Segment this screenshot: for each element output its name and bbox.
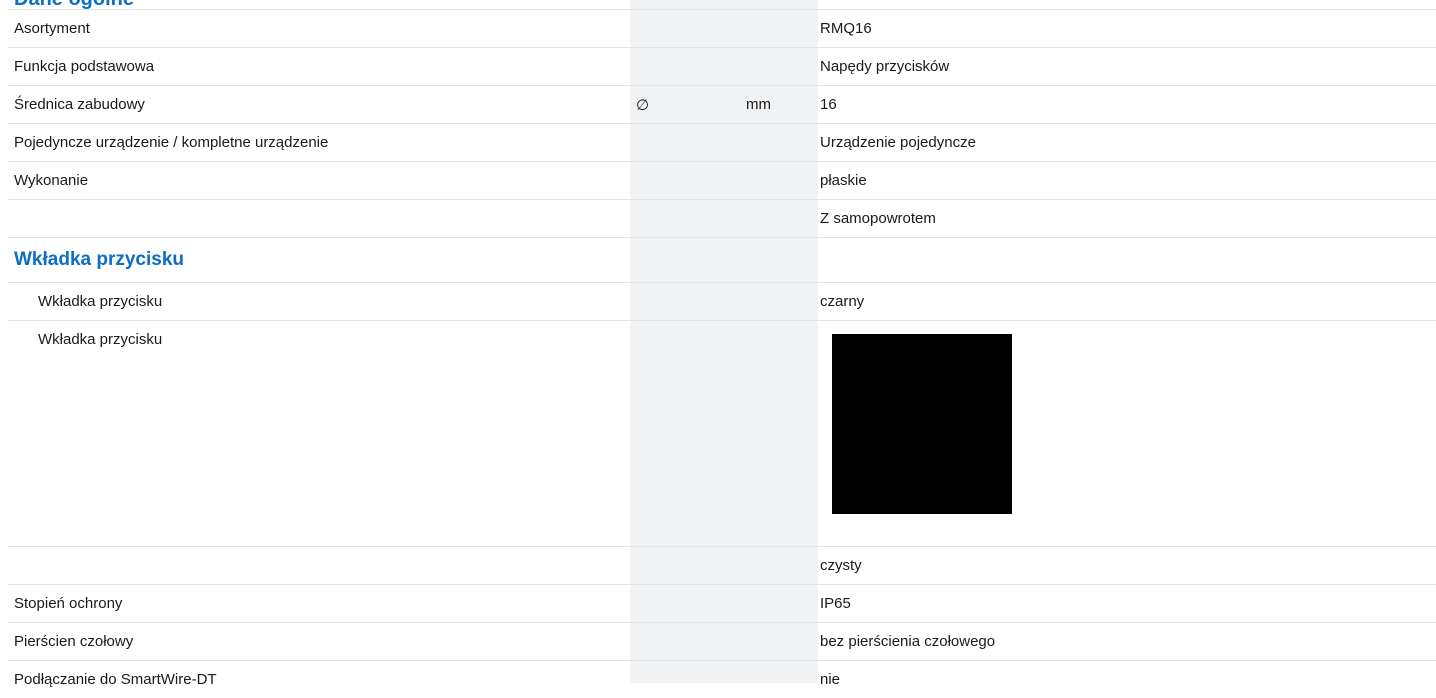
spec-symbol: [630, 162, 742, 200]
spec-unit: [742, 200, 818, 238]
spec-label: Pojedyncze urządzenie / kompletne urządz…: [8, 124, 630, 162]
spec-label: [8, 547, 630, 585]
spec-value: bez pierścienia czołowego: [818, 623, 1436, 661]
spec-row: Funkcja podstawowa Napędy przycisków: [8, 48, 1436, 86]
spec-symbol: [630, 124, 742, 162]
spec-row-image: Wkładka przycisku: [8, 321, 1436, 547]
spec-label: Podłączanie do SmartWire-DT: [8, 661, 630, 698]
spec-row: Asortyment RMQ16: [8, 10, 1436, 48]
spec-symbol: [630, 200, 742, 238]
spec-value: Napędy przycisków: [818, 48, 1436, 86]
spec-label: Wkładka przycisku: [8, 321, 630, 547]
spec-label: Wkładka przycisku: [8, 283, 630, 321]
spec-value: Urządzenie pojedyncze: [818, 124, 1436, 162]
section-title-general: Dane ogólne: [14, 0, 134, 9]
spec-value: Z samopowrotem: [818, 200, 1436, 238]
spec-label: Stopień ochrony: [8, 585, 630, 623]
spec-value: płaskie: [818, 162, 1436, 200]
spec-row: czysty: [8, 547, 1436, 585]
spec-value: czysty: [818, 547, 1436, 585]
spec-label: Asortyment: [8, 10, 630, 48]
spec-value: nie: [818, 661, 1436, 698]
spec-unit: [742, 124, 818, 162]
section-header-row: Wkładka przycisku: [8, 238, 1436, 283]
spec-unit: [742, 48, 818, 86]
spec-value: RMQ16: [818, 10, 1436, 48]
spec-unit: mm: [742, 86, 818, 124]
spec-row: Pojedyncze urządzenie / kompletne urządz…: [8, 124, 1436, 162]
section-title-insert: Wkładka przycisku: [14, 249, 184, 270]
diameter-symbol: ∅: [630, 86, 742, 124]
spec-label: Funkcja podstawowa: [8, 48, 630, 86]
spec-value: czarny: [818, 283, 1436, 321]
spec-label: [8, 200, 630, 238]
specification-table: Asortyment RMQ16 Funkcja podstawowa Napę…: [8, 9, 1436, 698]
spec-unit: [742, 10, 818, 48]
spec-row: Podłączanie do SmartWire-DT nie: [8, 661, 1436, 698]
spec-row: Średnica zabudowy ∅ mm 16: [8, 86, 1436, 124]
color-swatch-image: [832, 334, 1012, 514]
spec-row: Z samopowrotem: [8, 200, 1436, 238]
spec-row: Pierścien czołowy bez pierścienia czołow…: [8, 623, 1436, 661]
spec-row: Stopień ochrony IP65: [8, 585, 1436, 623]
spec-label: Wykonanie: [8, 162, 630, 200]
spec-symbol: [630, 10, 742, 48]
spec-value: 16: [818, 86, 1436, 124]
spec-row: Wykonanie płaskie: [8, 162, 1436, 200]
spec-symbol: [630, 48, 742, 86]
spec-label: Pierścien czołowy: [8, 623, 630, 661]
spec-unit: [742, 162, 818, 200]
spec-label: Średnica zabudowy: [8, 86, 630, 124]
spec-value: IP65: [818, 585, 1436, 623]
spec-row: Wkładka przycisku czarny: [8, 283, 1436, 321]
